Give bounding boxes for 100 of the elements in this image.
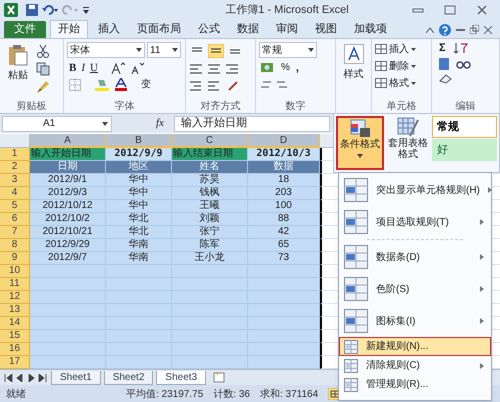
font-name-dropdown[interactable]: 宋体 (67, 42, 145, 58)
scissors-icon[interactable] (36, 44, 50, 58)
row-header[interactable]: 14 (0, 317, 30, 330)
row-header[interactable]: 9 (0, 252, 30, 265)
column-header[interactable]: A (30, 134, 106, 148)
formula-input[interactable]: 输入开始日期 (174, 116, 330, 132)
comma-button[interactable]: , (296, 62, 299, 74)
restore-icon[interactable] (470, 25, 479, 34)
name-box[interactable]: A1 (2, 116, 112, 132)
caret-down-icon (357, 154, 363, 158)
font-color-icon[interactable] (115, 78, 127, 91)
menu-item[interactable]: 清除规则(C) (339, 356, 491, 375)
cells-menu-button[interactable]: 格式 (375, 76, 416, 90)
row-header[interactable]: 11 (0, 278, 30, 291)
underline-button[interactable]: U (90, 62, 98, 74)
table-cell: 钱枫 (172, 187, 248, 200)
bold-button[interactable]: B (69, 62, 76, 74)
format-as-table-button[interactable]: 套用表格格式 (386, 116, 430, 170)
border-icon[interactable] (69, 78, 81, 90)
cell-style-item[interactable]: 好 (432, 139, 497, 161)
menu-item[interactable]: 数据条(D) (339, 241, 491, 273)
row-header[interactable]: 4 (0, 187, 30, 200)
fill-color-icon[interactable] (95, 78, 109, 91)
autosum-button[interactable]: Σ (439, 42, 446, 54)
maximize-icon[interactable] (444, 5, 456, 15)
sheet-tab[interactable]: Sheet3 (156, 370, 206, 384)
insert-sheet-icon[interactable] (213, 372, 228, 383)
grid-icon (344, 277, 368, 301)
italic-button[interactable]: I (81, 62, 86, 74)
align-icon[interactable] (208, 44, 224, 58)
column-header[interactable]: D (248, 134, 320, 148)
currency-icon[interactable] (261, 62, 275, 74)
row-header[interactable]: 17 (0, 356, 30, 369)
sort-icon[interactable] (454, 42, 468, 54)
row-header[interactable]: 8 (0, 239, 30, 252)
row-header[interactable]: 6 (0, 213, 30, 226)
percent-button[interactable]: % (281, 62, 290, 74)
brush-icon[interactable] (36, 80, 50, 94)
font-size-dropdown[interactable]: 11 (147, 42, 181, 58)
row-header[interactable]: 13 (0, 304, 30, 317)
font-shrink-icon[interactable] (130, 62, 144, 74)
ribbon-tab[interactable]: 审阅 (269, 21, 305, 38)
function-label[interactable]: fx (156, 115, 164, 132)
row-header[interactable]: 16 (0, 343, 30, 356)
group-label: 字体 (114, 100, 134, 114)
conditional-format-button[interactable]: 条件格式 (336, 116, 384, 170)
sheet-tab[interactable]: Sheet2 (104, 370, 154, 384)
ribbon-tab[interactable]: 开始 (50, 20, 88, 38)
menu-item[interactable]: 项目选取规则(T) (339, 206, 491, 238)
caret-up-icon[interactable] (426, 26, 434, 32)
table-cell: 100 (248, 200, 320, 213)
menu-item[interactable]: 新建规则(N)... (339, 337, 491, 356)
menu-item[interactable]: 色阶(S) (339, 273, 491, 305)
phonetic-button[interactable]: 变 (141, 78, 151, 90)
row-header[interactable]: 5 (0, 200, 30, 213)
menu-item[interactable]: 管理规则(R)... (339, 375, 491, 394)
paste-button[interactable]: 粘贴 (3, 42, 33, 99)
excel-logo-icon[interactable] (4, 3, 18, 17)
row-header[interactable]: 15 (0, 330, 30, 343)
ribbon-tab[interactable]: 公式 (191, 21, 227, 38)
cells-menu-button[interactable]: 插入 (375, 42, 416, 56)
table-cell: 数据 (248, 161, 320, 174)
menu-item[interactable]: 图标集(I) (339, 305, 491, 337)
sheet-navigation-icon[interactable] (4, 374, 48, 382)
row-header[interactable]: 2 (0, 161, 30, 174)
eraser-icon[interactable] (439, 74, 453, 84)
copy-icon[interactable] (36, 62, 50, 76)
status-average: 平均值: 23197.75 (126, 388, 204, 402)
undo-icon[interactable] (42, 4, 58, 16)
row-header[interactable]: 3 (0, 174, 30, 187)
styles-button[interactable]: 样式 (339, 42, 368, 99)
save-icon[interactable] (26, 4, 38, 16)
table-cell: 华北 (106, 226, 172, 239)
ribbon-tab[interactable]: 数据 (230, 21, 266, 38)
number-format-dropdown[interactable]: 常规 (259, 42, 317, 58)
column-header[interactable]: C (172, 134, 248, 148)
ribbon-tab[interactable]: 视图 (308, 21, 344, 38)
column-header[interactable]: B (106, 134, 172, 148)
ribbon-tab[interactable]: 插入 (91, 21, 127, 38)
row-header[interactable]: 1 (0, 148, 30, 161)
ribbon-tab[interactable]: 页面布局 (130, 21, 188, 38)
cell-style-item[interactable]: 常规 (432, 116, 497, 138)
table-cell: 地区 (106, 161, 172, 174)
menu-item[interactable]: 突出显示单元格规则(H) (339, 174, 491, 206)
cells-menu-button[interactable]: 删除 (375, 59, 416, 73)
font-grow-icon[interactable] (110, 62, 125, 74)
close-icon[interactable] (484, 26, 492, 34)
table-cell: 88 (248, 213, 320, 226)
customize-toolbar-icon[interactable] (82, 4, 90, 16)
ribbon-tab[interactable]: 加载项 (347, 21, 394, 38)
help-icon[interactable] (439, 24, 451, 36)
row-header[interactable]: 12 (0, 291, 30, 304)
close-icon[interactable] (476, 5, 488, 15)
row-header[interactable]: 10 (0, 265, 30, 278)
row-header[interactable]: 7 (0, 226, 30, 239)
conditional-format-icon (350, 119, 370, 137)
ribbon-tab[interactable]: 文件 (4, 21, 46, 38)
sheet-tab[interactable]: Sheet1 (51, 370, 101, 384)
table-cell (106, 356, 172, 369)
table-cell: 18 (248, 174, 320, 187)
